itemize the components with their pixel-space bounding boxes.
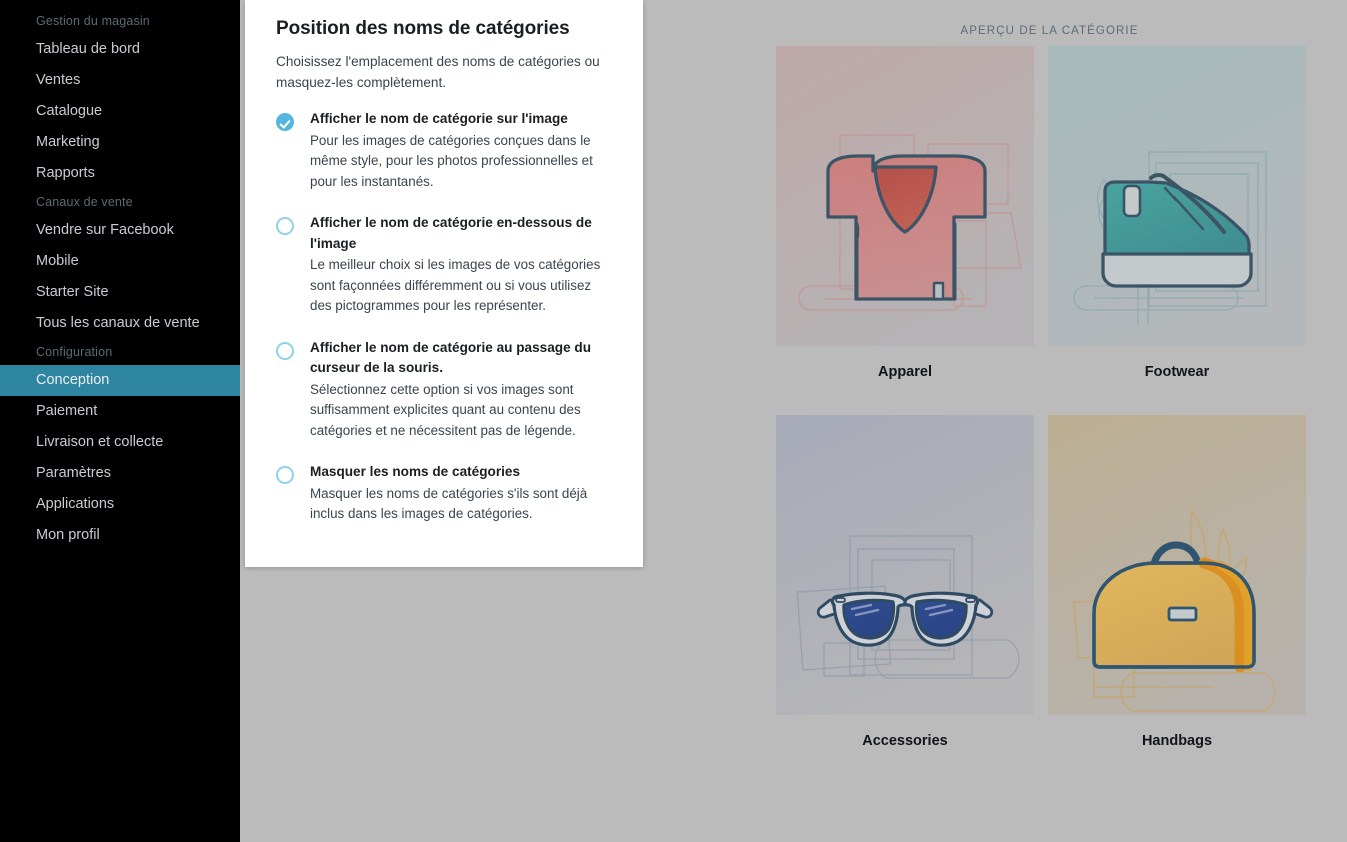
preview-card-footwear[interactable]: Footwear bbox=[1048, 46, 1306, 386]
sidebar-group-title: Canaux de vente bbox=[36, 195, 133, 209]
preview-card-apparel[interactable]: Apparel bbox=[776, 46, 1034, 386]
radio-unchecked-icon[interactable] bbox=[276, 341, 294, 360]
option-description: Le meilleur choix si les images de vos c… bbox=[310, 257, 601, 313]
sidebar-item-tableau-de-bord[interactable]: Tableau de bord bbox=[0, 34, 240, 65]
option-description: Masquer les noms de catégories s'ils son… bbox=[310, 485, 588, 522]
sidebar-item-catalogue[interactable]: Catalogue bbox=[0, 96, 240, 127]
app-root: Gestion du magasin Tableau de bord Ventes C… bbox=[0, 0, 1347, 842]
option-title: Afficher le nom de catégorie en-dessous … bbox=[310, 215, 592, 251]
sidebar-item-marketing[interactable]: Marketing bbox=[0, 127, 240, 158]
option-title: Afficher le nom de catégorie au passage … bbox=[310, 339, 592, 376]
radio-unchecked-icon[interactable] bbox=[276, 217, 294, 235]
category-preview: APERÇU DE LA CATÉGORIE Apparel Footwear … bbox=[752, 0, 1347, 842]
sidebar-item-paiement[interactable]: Paiement bbox=[0, 396, 240, 427]
panel-title: Position des noms de catégories bbox=[276, 18, 570, 39]
category-name-position-panel: Position des noms de catégories Choisiss… bbox=[245, 0, 643, 567]
option-description: Pour les images de catégories conçues da… bbox=[310, 132, 593, 189]
radio-unchecked-icon[interactable] bbox=[276, 466, 294, 484]
preview-card-accessories[interactable]: Accessories bbox=[776, 415, 1034, 755]
sidebar-item-starter-site[interactable]: Starter Site bbox=[0, 277, 240, 308]
panel-subtitle: Choisissez l'emplacement des noms de cat… bbox=[276, 54, 600, 90]
sidebar-item-param-tres[interactable]: Paramètres bbox=[0, 458, 240, 489]
sidebar-item-mobile[interactable]: Mobile bbox=[0, 246, 240, 277]
preview-card-label: Handbags bbox=[1141, 733, 1213, 749]
preview-card-label: Accessories bbox=[862, 733, 948, 749]
sneaker-icon bbox=[1048, 46, 1306, 346]
sidebar-item-applications[interactable]: Applications bbox=[0, 489, 240, 520]
preview-card-label: Footwear bbox=[1144, 364, 1210, 380]
sidebar: Gestion du magasin Tableau de bord Ventes C… bbox=[0, 0, 240, 842]
option-description: Sélectionnez cette option si vos images … bbox=[310, 381, 581, 438]
option-title: Afficher le nom de catégorie sur l'image bbox=[310, 111, 568, 126]
option-hide[interactable]: Masquer les noms de catégories Masquer le… bbox=[276, 462, 613, 525]
sidebar-item-rapports[interactable]: Rapports bbox=[0, 158, 240, 189]
sidebar-item-mon-profil[interactable]: Mon profil bbox=[0, 520, 240, 551]
radio-checked-icon[interactable] bbox=[276, 113, 294, 131]
option-on-hover[interactable]: Afficher le nom de catégorie au passage … bbox=[276, 338, 613, 442]
sidebar-item-vendre-sur-facebook[interactable]: Vendre sur Facebook bbox=[0, 215, 240, 246]
preview-card-label: Apparel bbox=[878, 364, 932, 380]
sidebar-item-conception[interactable]: Conception bbox=[0, 365, 240, 396]
preview-card-handbags[interactable]: Handbags bbox=[1048, 415, 1306, 755]
sidebar-item-ventes[interactable]: Ventes bbox=[0, 65, 240, 96]
preview-title: APERÇU DE LA CATÉGORIE bbox=[960, 25, 1139, 37]
option-on-image[interactable]: Afficher le nom de catégorie sur l'image… bbox=[276, 109, 613, 192]
sidebar-group-title: Gestion du magasin bbox=[36, 14, 150, 28]
sunglasses-icon bbox=[776, 415, 1034, 715]
option-below-image[interactable]: Afficher le nom de catégorie en-dessous … bbox=[276, 213, 613, 317]
handbag-icon bbox=[1048, 415, 1306, 715]
tshirt-icon bbox=[776, 46, 1034, 346]
sidebar-group-title: Configuration bbox=[36, 345, 113, 359]
preview-card-grid: Apparel Footwear Accessories Handbags bbox=[776, 46, 1336, 755]
option-list: Afficher le nom de catégorie sur l'image… bbox=[276, 109, 613, 525]
sidebar-item-livraison-et-collecte[interactable]: Livraison et collecte bbox=[0, 427, 240, 458]
option-title: Masquer les noms de catégories bbox=[310, 464, 521, 479]
sidebar-item-tous-les-canaux-de-vente[interactable]: Tous les canaux de vente bbox=[0, 308, 240, 339]
